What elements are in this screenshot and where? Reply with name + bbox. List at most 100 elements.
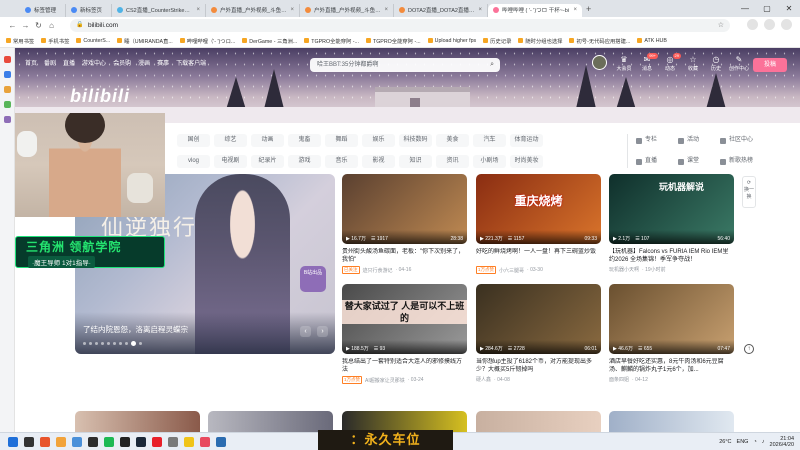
carousel-dot[interactable]: [95, 342, 98, 345]
app-icon[interactable]: [184, 436, 194, 447]
category-button[interactable]: 电视剧: [214, 155, 247, 168]
carousel-title[interactable]: 了结内院恩怨，洛离启程灵蝶宗: [83, 324, 188, 335]
app-icon[interactable]: [88, 436, 98, 447]
video-thumbnail[interactable]: [609, 411, 734, 432]
carousel-dot[interactable]: [119, 342, 122, 345]
bookmark-item[interactable]: Upload higher fps: [427, 38, 476, 44]
video-thumbnail[interactable]: ▶ 16.7万 ☰ 1917 28:38: [342, 174, 467, 244]
new-tab-icon[interactable]: +: [586, 4, 591, 14]
bookmark-item[interactable]: 历史记录: [483, 37, 511, 45]
video-thumbnail[interactable]: [342, 411, 467, 432]
bookmark-item[interactable]: CounterS...: [76, 38, 110, 44]
user-menu-item[interactable]: ◷ 历史: [705, 55, 727, 72]
menu-icon[interactable]: [781, 19, 792, 30]
start-icon[interactable]: [8, 436, 18, 447]
sidebar-app-icon[interactable]: [3, 86, 11, 93]
bilibili-logo[interactable]: bilibili: [70, 86, 130, 107]
avatar[interactable]: [592, 55, 607, 70]
sidebar-app-icon[interactable]: [3, 101, 11, 108]
video-card[interactable]: 替大家试过了 人是可以不上班的 ▶ 188.5万 ☰ 93 我总结出了一套特别适合大连…: [342, 284, 467, 384]
bookmark-item[interactable]: 睡（UMIRANDA直...: [117, 37, 173, 45]
tab-close-icon[interactable]: ×: [573, 7, 577, 13]
volume-icon[interactable]: ♪: [762, 439, 765, 445]
user-menu-item[interactable]: ◎ 动态 29: [659, 53, 681, 72]
home-icon[interactable]: ⌂: [45, 21, 58, 30]
forward-icon[interactable]: →: [19, 21, 32, 30]
upload-button[interactable]: 投稿: [753, 58, 787, 72]
category-button[interactable]: 国创: [177, 134, 210, 147]
category-button[interactable]: 小剧场: [473, 155, 506, 168]
video-thumbnail[interactable]: [75, 411, 200, 432]
uploader-name[interactable]: 硬人鑫: [476, 376, 491, 383]
maximize-icon[interactable]: ▢: [756, 0, 778, 17]
nav-item[interactable]: 直播: [63, 58, 75, 67]
sidebar-app-icon[interactable]: [3, 71, 11, 78]
nav-item[interactable]: 番剧: [44, 58, 56, 67]
carousel-dot[interactable]: [125, 342, 128, 345]
video-thumbnail[interactable]: ▶ 46.6万 ☰ 655 07:47: [609, 284, 734, 354]
category-button[interactable]: 舞蹈: [325, 134, 358, 147]
sidebar-app-icon[interactable]: [3, 116, 11, 123]
bookmark-item[interactable]: TGPRO全能穿阿 -...: [304, 37, 359, 45]
app-icon[interactable]: [72, 436, 82, 447]
tab[interactable]: DOTA2直播_DOTA2直播游戏视×: [394, 3, 488, 17]
app-icon[interactable]: [40, 436, 50, 447]
tab[interactable]: 哔哩哔哩 ( '- ')つロ 干杯~-bi ×: [488, 3, 582, 17]
app-icon[interactable]: [200, 436, 210, 447]
refresh-button[interactable]: ⟳ 换一换: [742, 176, 756, 208]
language-indicator[interactable]: ENG: [737, 439, 749, 445]
bookmark-item[interactable]: TGPRO全能穿阿 -...: [365, 37, 421, 45]
video-title[interactable]: 当你想up主投了6182个币，对方能提现出多少？大概买5斤韧掉吗: [476, 358, 601, 374]
bookmark-item[interactable]: DerGame - 三角洲...: [242, 37, 297, 45]
category-button[interactable]: 娱乐: [362, 134, 395, 147]
video-title[interactable]: 好吃的鲜烧烤啊！一人一盘！再下三碗蓝炒饭: [476, 248, 601, 264]
category-button[interactable]: vlog: [177, 155, 210, 168]
video-thumbnail[interactable]: 玩机器解说 ▶ 2.1万 ☰ 107 56:40: [609, 174, 734, 244]
nav-item[interactable]: 会员购: [113, 58, 131, 67]
back-icon[interactable]: ←: [6, 21, 19, 30]
address-bar[interactable]: 🔒 bilibili.com ☆: [70, 19, 730, 32]
bookmark-item[interactable]: 常用书签: [6, 37, 34, 45]
close-icon[interactable]: ✕: [778, 0, 800, 17]
category-button[interactable]: 影视: [362, 155, 395, 168]
video-card[interactable]: ▶ 16.7万 ☰ 1917 28:38 贵州街头酸汤鱼碳面，老板："你下次别来了，我…: [342, 174, 467, 274]
right-link[interactable]: 活动: [678, 134, 720, 147]
tab-close-icon[interactable]: ×: [290, 7, 294, 13]
video-title[interactable]: 酒店早餐好吃还实惠，8元牛肉汤和6元豆腐汤、麒麟的锅炸丸子1元6个，加...: [609, 358, 734, 374]
bookmark-item[interactable]: ATK HUB: [637, 38, 667, 44]
uploader-name[interactable]: AI超搬家让灵那铁: [365, 377, 405, 384]
right-link[interactable]: 课堂: [678, 155, 720, 168]
tab-close-icon[interactable]: ×: [478, 7, 482, 13]
tab[interactable]: 户外直播_户外视频_斗鱼直播 ×: [206, 3, 300, 17]
app-icon[interactable]: [104, 436, 114, 447]
tab[interactable]: 标签管理: [20, 3, 66, 17]
video-card[interactable]: ▶ 284.6万 ☰ 2728 06:01 当你想up主投了6182个币，对方能提现出…: [476, 284, 601, 383]
uploader-name[interactable]: 面条四姐: [609, 376, 629, 383]
back-to-top-icon[interactable]: ↑: [744, 344, 754, 354]
bookmark-star-icon[interactable]: ☆: [718, 19, 724, 32]
bookmark-item[interactable]: 随时分组也选择: [518, 37, 562, 45]
user-menu-item[interactable]: ♛ 大会员: [613, 55, 635, 72]
video-card[interactable]: 重庆烧烤 ▶ 221.3万 ☰ 1157 09:33 好吃的鲜烧烤啊！一人一盘！再下三碗…: [476, 174, 601, 274]
category-button[interactable]: 汽车: [473, 134, 506, 147]
video-thumbnail[interactable]: ▶ 284.6万 ☰ 2728 06:01: [476, 284, 601, 354]
user-menu-item[interactable]: ✉ 消息 99+: [636, 53, 658, 72]
carousel-dot[interactable]: [139, 342, 142, 345]
video-thumbnail[interactable]: 替大家试过了 人是可以不上班的 ▶ 188.5万 ☰ 93: [342, 284, 467, 354]
tab[interactable]: CS2直播_CounterStrike直播_CS2×: [112, 3, 206, 17]
nav-item[interactable]: 赛事: [157, 58, 169, 67]
search-icon[interactable]: ⌕: [490, 58, 494, 72]
chevron-left-icon[interactable]: ‹: [300, 326, 311, 337]
category-button[interactable]: 纪录片: [251, 155, 284, 168]
tab-close-icon[interactable]: ×: [384, 7, 388, 13]
app-icon[interactable]: [168, 436, 178, 447]
steam-icon[interactable]: [136, 436, 146, 447]
nav-item[interactable]: 漫画: [138, 58, 150, 67]
tab[interactable]: 新标签页: [66, 3, 112, 17]
right-link[interactable]: 新歌热榜: [720, 155, 762, 168]
app-icon[interactable]: [216, 436, 226, 447]
user-menu-item[interactable]: ✎ 创作中心: [728, 55, 750, 72]
video-thumbnail[interactable]: [476, 411, 601, 432]
minimize-icon[interactable]: —: [734, 0, 756, 17]
category-button[interactable]: 体育运动: [510, 134, 543, 147]
